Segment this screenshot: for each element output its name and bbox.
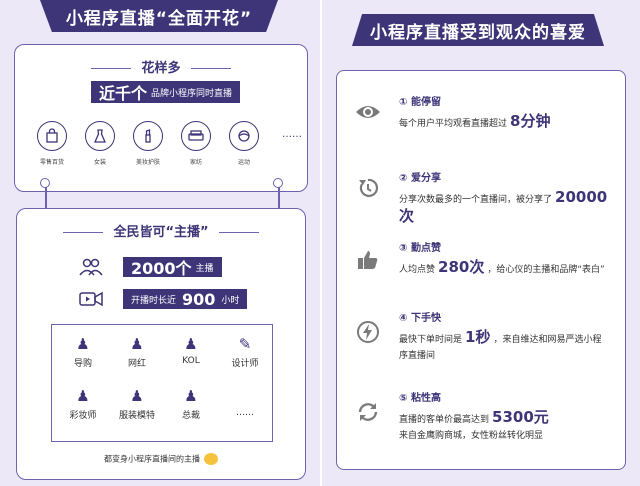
refresh-icon [355, 399, 381, 425]
connector-pin [273, 178, 283, 188]
shopping-bag-icon [37, 121, 67, 151]
anchors-card-title: 全民皆可“主播” [17, 221, 305, 240]
designer-icon: ✎ [238, 335, 252, 353]
category-item: 美妆护肤 [131, 121, 165, 166]
panel-divider [320, 0, 322, 486]
role-item: ♟ 彩妆师 [69, 387, 97, 421]
left-banner: 小程序直播“全面开花” [40, 0, 278, 32]
lipstick-icon [133, 121, 163, 151]
role-item: ♟ 服装模特 [118, 387, 155, 421]
smile-emoji-icon [204, 453, 218, 465]
anchor-count-row: 2000个 主播 [77, 255, 222, 279]
role-more: …… [236, 408, 254, 418]
variety-card-title: 花样多 [15, 57, 307, 76]
category-row: 零售百货 女装 美妆护肤 家纺 运动 …… [35, 121, 309, 166]
category-item: 运动 [227, 121, 261, 166]
makeup-artist-icon: ♟ [76, 387, 90, 405]
connector-pin [40, 178, 50, 188]
footer-note: 都变身小程序直播间的主播 [17, 453, 305, 465]
right-banner: 小程序直播受到观众的喜爱 [352, 14, 604, 46]
ceo-icon: ♟ [184, 387, 198, 405]
duration-highlight: 开播时长近 900 小时 [123, 289, 248, 309]
category-item: 零售百货 [35, 121, 69, 166]
dress-icon [85, 121, 115, 151]
role-item: ♟ KOL [182, 335, 200, 366]
guide-icon: ♟ [76, 335, 90, 353]
features-card: ① 能停留 每个用户平均观看直播超过 8分钟 ② 爱分享 分享次数最多的一个直播间… [336, 70, 626, 470]
video-camera-icon [77, 287, 105, 311]
category-item: 女装 [83, 121, 117, 166]
duration-row: 开播时长近 900 小时 [77, 287, 248, 311]
brand-count-highlight: 近千个 品牌小程序同时直播 [91, 81, 241, 103]
anchors-card: 全民皆可“主播” 2000个 主播 开播时长近 900 小时 ♟ 导购 ♟ 网红 [16, 208, 306, 480]
role-item: ♟ 总裁 [181, 387, 200, 421]
sport-icon [229, 121, 259, 151]
thumbs-up-icon [355, 247, 381, 273]
sofa-icon [181, 121, 211, 151]
anchor-count-highlight: 2000个 主播 [123, 257, 222, 278]
kol-icon: ♟ [184, 335, 198, 353]
category-more: …… [282, 129, 302, 140]
category-item: 家纺 [179, 121, 213, 166]
role-item: ♟ 网红 [127, 335, 146, 369]
influencer-icon: ♟ [130, 335, 144, 353]
roles-grid: ♟ 导购 ♟ 网红 ♟ KOL ✎ 设计师 ♟ 彩妆师 ♟ 服装模特 ♟ 总裁 [51, 324, 273, 442]
variety-card: 花样多 近千个 品牌小程序同时直播 零售百货 女装 美妆护肤 家纺 运动 …… [14, 44, 308, 192]
model-icon: ♟ [130, 387, 144, 405]
share-icon [355, 175, 381, 201]
role-item: ✎ 设计师 [231, 335, 259, 369]
eye-icon [355, 99, 381, 125]
people-icon [77, 255, 105, 279]
lightning-icon [355, 319, 381, 345]
role-item: ♟ 导购 [73, 335, 92, 369]
